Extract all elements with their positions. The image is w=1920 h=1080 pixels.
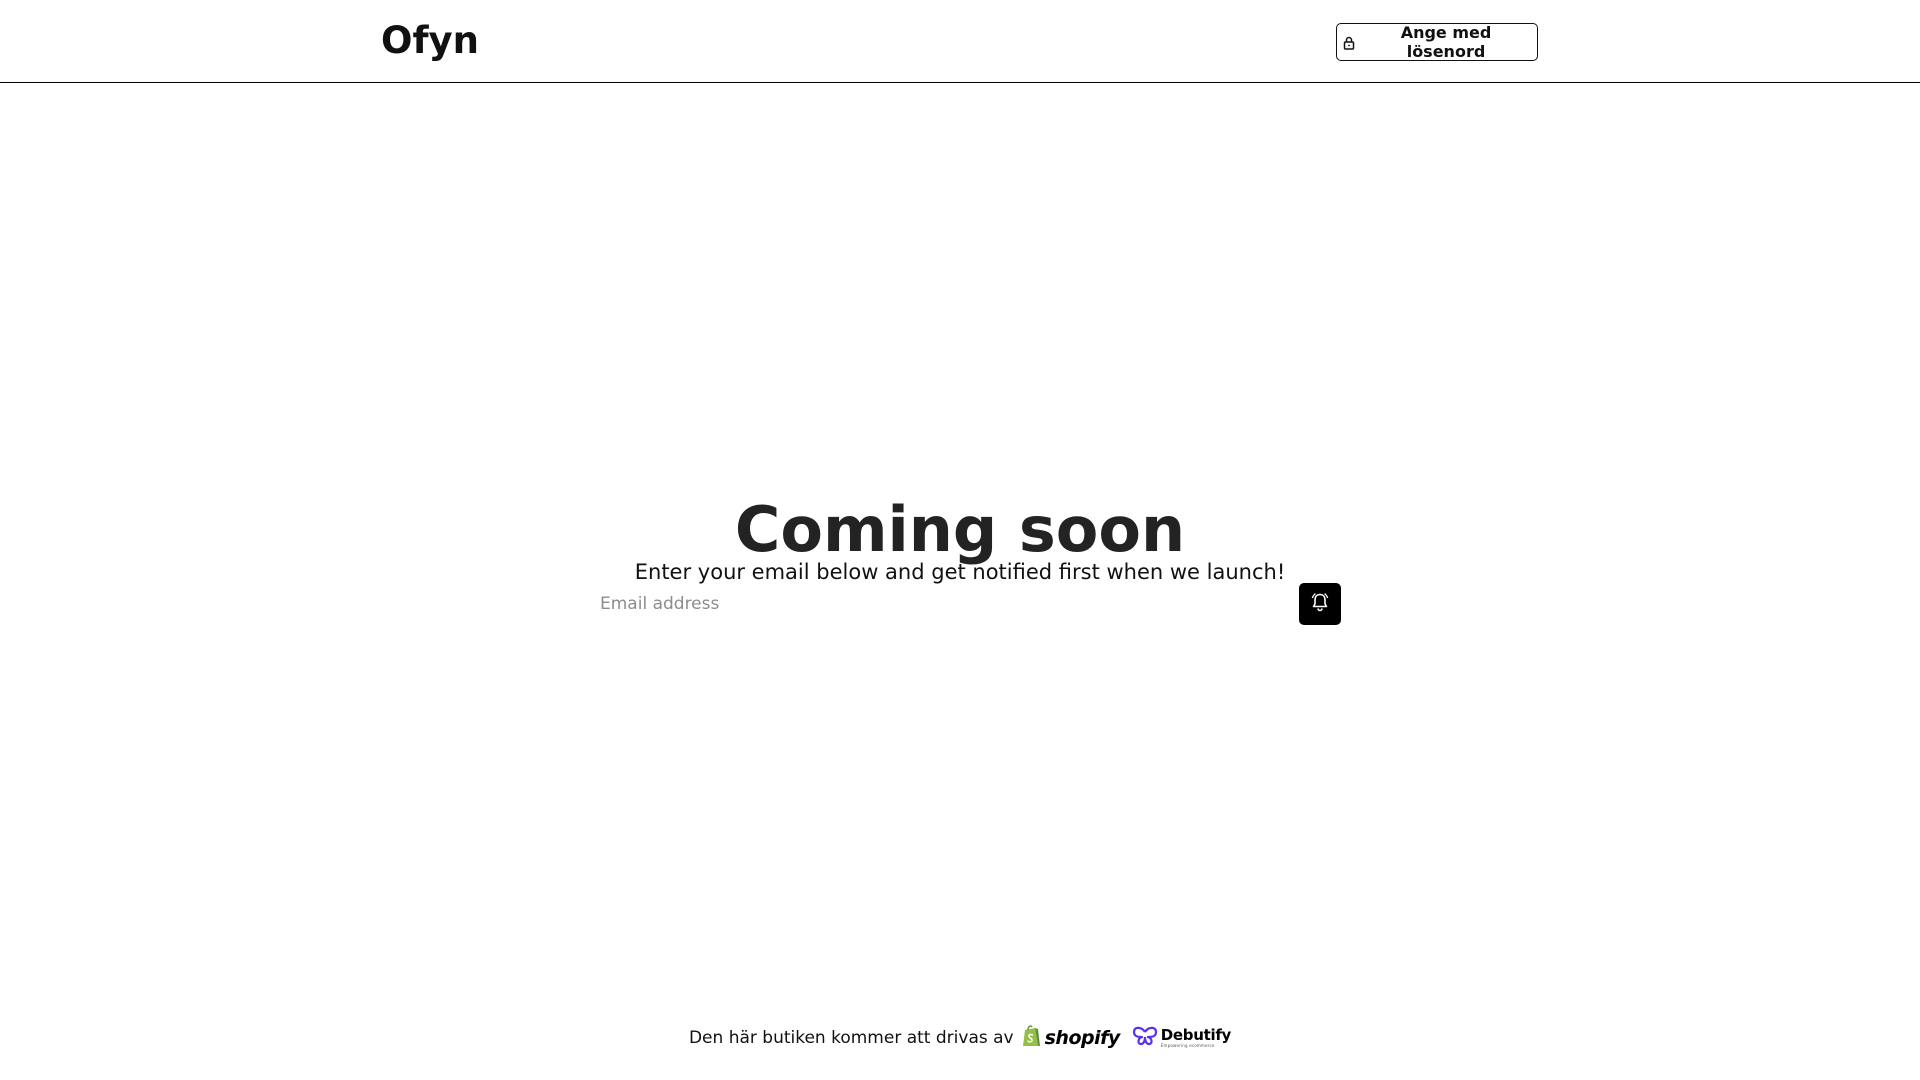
- debutify-wordmark: Debutify: [1160, 1026, 1232, 1044]
- shopify-wordmark: shopify: [1044, 1027, 1121, 1049]
- notify-submit-button[interactable]: [1299, 583, 1341, 625]
- lock-icon: [1343, 35, 1355, 50]
- shopify-logo[interactable]: shopify: [1022, 1024, 1120, 1053]
- debutify-tagline: Empowering ecommerce: [1160, 1043, 1215, 1048]
- email-input[interactable]: [589, 583, 1299, 625]
- debutify-logo[interactable]: Debutify Empowering ecommerce: [1132, 1026, 1231, 1051]
- debutify-text: Debutify Empowering ecommerce: [1160, 1026, 1232, 1048]
- enter-password-button[interactable]: Ange med lösenord: [1336, 23, 1538, 61]
- bell-icon: [1309, 591, 1331, 617]
- password-page: Ofyn Ange med lösenord Coming soon Enter…: [0, 0, 1920, 1080]
- site-footer: Den här butiken kommer att drivas av sho…: [0, 1022, 1920, 1054]
- powered-by-text: Den här butiken kommer att drivas av: [688, 1028, 1014, 1048]
- shopify-bag-icon: [1022, 1024, 1042, 1053]
- store-logo[interactable]: Ofyn: [381, 16, 479, 66]
- site-header: Ofyn Ange med lösenord: [0, 0, 1920, 83]
- debutify-butterfly-icon: [1132, 1026, 1158, 1051]
- enter-password-label: Ange med lösenord: [1400, 23, 1492, 61]
